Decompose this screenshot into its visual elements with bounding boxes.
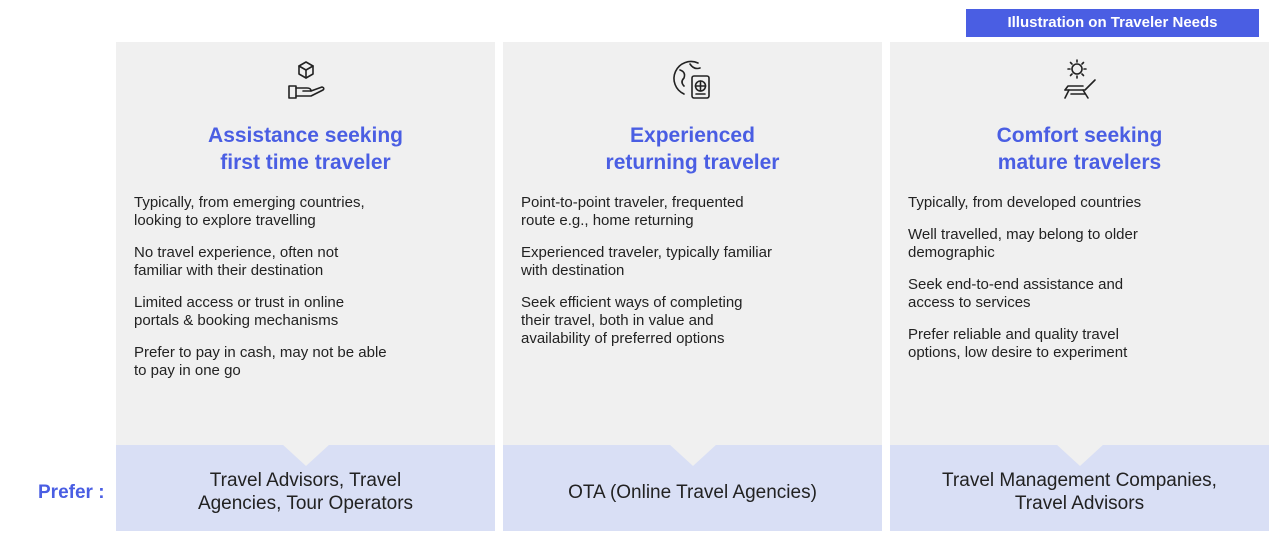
bullet-item: No travel experience, often not familiar… — [134, 244, 339, 279]
card-title: Comfort seeking mature travelers — [996, 124, 1163, 174]
bullet-item: Prefer reliable and quality travel optio… — [908, 326, 1128, 361]
traveler-card-comfort-seeking: Comfort seeking mature travelers Typical… — [890, 42, 1269, 445]
bullet-list: Typically, from emerging countries, look… — [134, 194, 479, 394]
hand-holding-box-icon — [281, 58, 331, 102]
bullet-item: Experienced traveler, typically familiar… — [521, 244, 772, 279]
bullet-item: Seek efficient ways of completing their … — [521, 294, 743, 347]
bullet-list: Point-to-point traveler, frequented rout… — [521, 194, 866, 362]
sun-lounger-icon — [1055, 58, 1105, 102]
prefer-text: Travel Advisors, Travel Agencies, Tour O… — [197, 470, 414, 514]
bullet-list: Typically, from developed countries Well… — [908, 194, 1253, 376]
prefer-box-assistance-seeking: Travel Advisors, Travel Agencies, Tour O… — [116, 445, 495, 531]
prefer-text: Travel Management Companies, Travel Advi… — [942, 470, 1217, 514]
bullet-item: Typically, from emerging countries, look… — [134, 194, 365, 229]
globe-passport-icon — [668, 58, 718, 102]
prefer-label: Prefer : — [38, 482, 105, 503]
bullet-item: Prefer to pay in cash, may not be able t… — [134, 344, 387, 379]
prefer-text: OTA (Online Travel Agencies) — [568, 481, 817, 503]
bullet-item: Well travelled, may belong to older demo… — [908, 226, 1138, 261]
prefer-box-comfort-seeking: Travel Management Companies, Travel Advi… — [890, 445, 1269, 531]
bullet-item: Point-to-point traveler, frequented rout… — [521, 194, 744, 229]
card-title: Assistance seeking first time traveler — [208, 124, 403, 174]
bullet-item: Seek end-to-end assistance and access to… — [908, 276, 1124, 311]
prefer-box-experienced-returning: OTA (Online Travel Agencies) — [503, 445, 882, 531]
traveler-card-experienced-returning: Experienced returning traveler Point-to-… — [503, 42, 882, 445]
illustration-banner: Illustration on Traveler Needs — [966, 9, 1259, 37]
bullet-item: Limited access or trust in online portal… — [134, 294, 345, 329]
card-title: Experienced returning traveler — [605, 124, 780, 174]
traveler-card-assistance-seeking: Assistance seeking first time traveler T… — [116, 42, 495, 445]
bullet-item: Typically, from developed countries — [908, 194, 1142, 211]
